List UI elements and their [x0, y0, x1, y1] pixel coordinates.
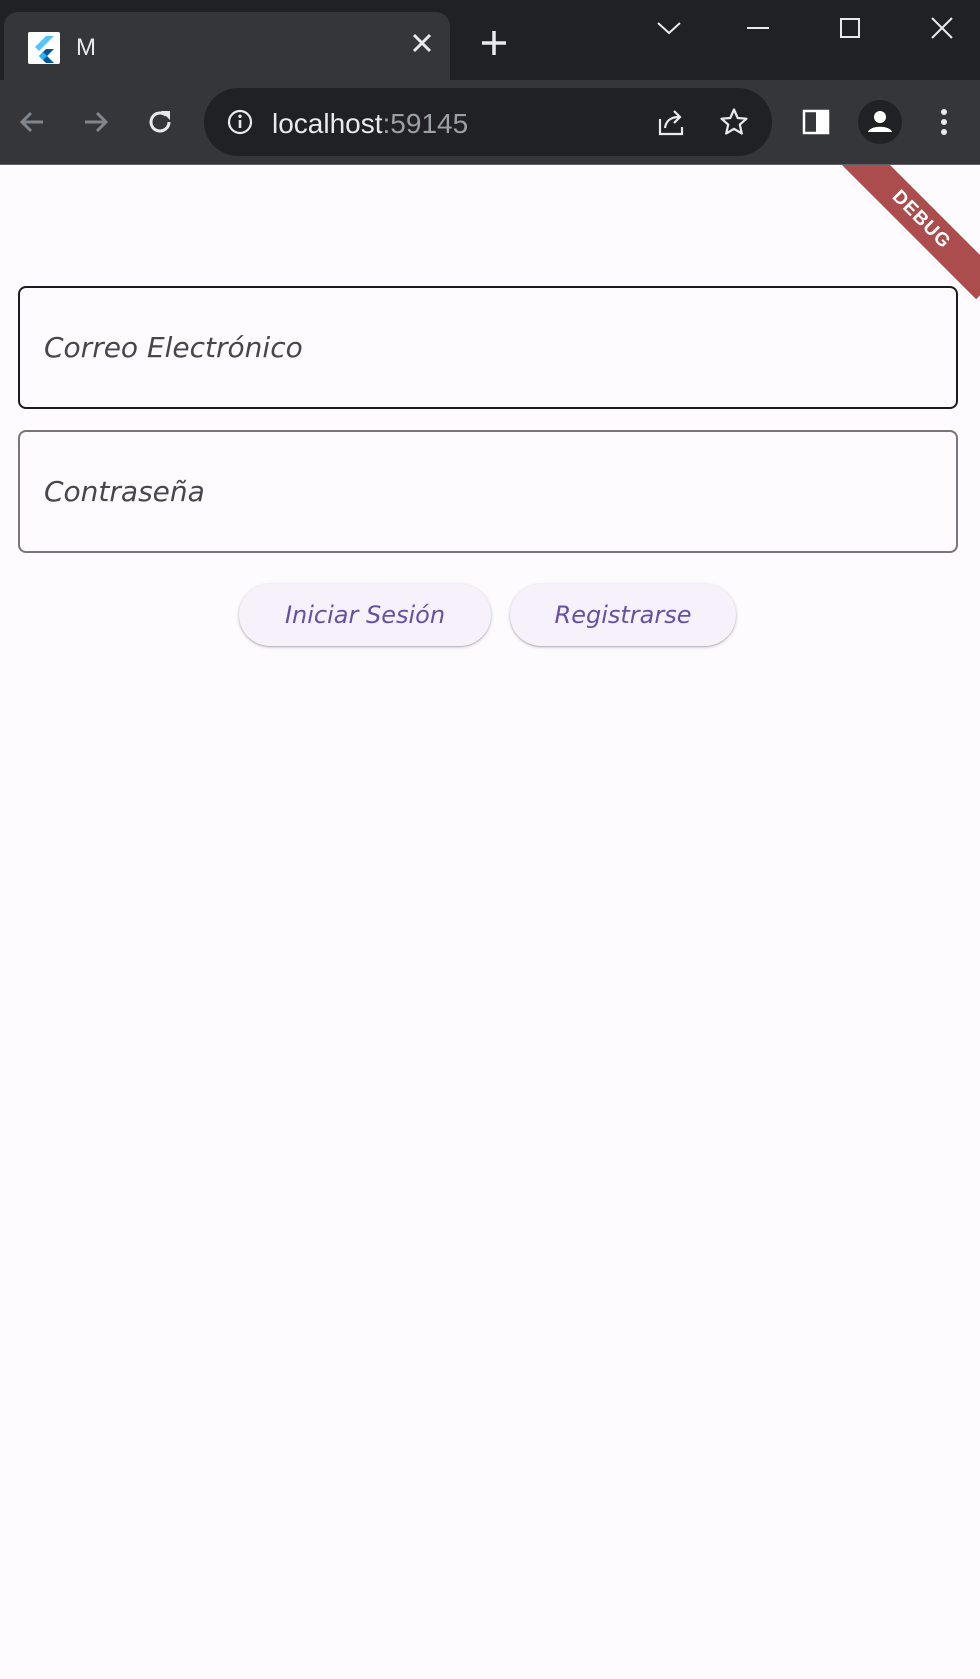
share-icon[interactable] [650, 100, 694, 144]
toolbar-divider [0, 164, 980, 165]
kebab-menu-icon[interactable] [922, 100, 966, 144]
bookmark-star-icon[interactable] [712, 100, 756, 144]
browser-tab[interactable]: M [4, 12, 450, 80]
url-text: localhost:59145 [272, 108, 468, 140]
url-port: :59145 [382, 108, 469, 139]
side-panel-icon[interactable] [794, 100, 838, 144]
email-field[interactable] [18, 286, 958, 409]
maximize-icon[interactable] [825, 8, 875, 48]
minimize-icon[interactable] [733, 8, 783, 48]
tab-close-icon[interactable] [406, 30, 438, 60]
password-field[interactable] [18, 430, 958, 553]
register-button[interactable]: Registrarse [510, 584, 736, 646]
address-bar[interactable]: localhost:59145 [204, 88, 772, 156]
close-window-icon[interactable] [917, 8, 967, 48]
browser-chrome: M localhost:59145 [0, 0, 980, 165]
flutter-logo-icon [28, 32, 60, 64]
email-input[interactable] [20, 288, 956, 407]
password-input[interactable] [20, 432, 956, 551]
tab-strip: M [0, 0, 980, 80]
site-info-icon[interactable] [218, 100, 262, 144]
new-tab-plus-icon[interactable] [477, 26, 511, 60]
profile-icon[interactable] [858, 100, 902, 144]
back-arrow-left-icon[interactable] [10, 100, 54, 144]
forward-arrow-right-icon[interactable] [74, 100, 118, 144]
debug-banner: DEBUG [841, 165, 980, 300]
url-host: localhost [272, 108, 383, 139]
login-button[interactable]: Iniciar Sesión [239, 584, 491, 646]
tab-title: M [76, 34, 96, 61]
reload-icon[interactable] [138, 100, 182, 144]
tab-search-chevron-down-icon[interactable] [644, 8, 694, 48]
